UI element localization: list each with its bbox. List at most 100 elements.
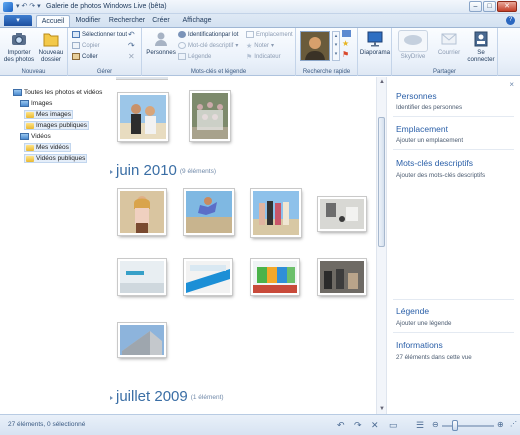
nav-videos[interactable]: Vidéos	[19, 132, 52, 141]
person-thumbnail-icon	[301, 32, 329, 60]
star-icon: ★	[246, 42, 253, 50]
zoom-out-icon[interactable]: ⊖	[432, 420, 439, 430]
new-folder-button[interactable]: Nouveau dossier	[36, 30, 66, 63]
copy-label: Copier	[82, 42, 100, 49]
window-controls: – □ ✕	[469, 1, 517, 12]
gallery-scrollbar[interactable]: ▲ ▼	[376, 77, 386, 414]
scrollbar-thumb[interactable]	[378, 117, 385, 247]
file-menu-button[interactable]: ▾	[4, 15, 32, 26]
people-icon	[152, 30, 170, 48]
star-filter-icon[interactable]: ★	[342, 39, 351, 48]
photo-friends-beach	[253, 191, 299, 235]
photo-thumbnail[interactable]	[118, 259, 166, 295]
delete-icon[interactable]: ✕	[371, 420, 379, 430]
photo-thumbnail[interactable]	[318, 259, 366, 295]
scroll-up-icon[interactable]: ▲	[379, 79, 385, 85]
import-photos-label: Importer des photos	[3, 49, 35, 63]
info-section-action[interactable]: Ajouter un emplacement	[396, 137, 463, 144]
import-photos-button[interactable]: Importer des photos	[3, 30, 35, 63]
slideshow-icon[interactable]: ▭	[389, 420, 398, 430]
caption-button[interactable]: Légende	[178, 52, 211, 61]
paste-button[interactable]: Coller	[72, 52, 98, 61]
photo-thumbnail[interactable]	[251, 259, 299, 295]
details-view-icon[interactable]: ☰	[416, 420, 424, 430]
nav-images[interactable]: Images	[19, 99, 53, 108]
photo-gallery: juin 2010 (9 éléments) juillet 2009 (1 élé…	[104, 77, 374, 414]
nav-my-videos[interactable]: Mes vidéos	[24, 143, 71, 152]
select-all-icon	[72, 31, 80, 38]
gallery-scroll-arrows[interactable]: ▴ ▾ ▾	[332, 31, 340, 61]
zoom-in-icon[interactable]: ⊕	[497, 420, 504, 430]
signin-button[interactable]: Se connecter	[466, 30, 496, 63]
paste-label: Coller	[82, 53, 98, 60]
rate-button[interactable]: ★ Noter ▾	[246, 41, 274, 50]
photo-thumbnail[interactable]	[184, 259, 232, 295]
quick-find-people-gallery[interactable]	[300, 31, 330, 61]
nav-all-photos-videos[interactable]: Toutes les photos et vidéos	[12, 88, 103, 97]
location-label: Emplacement	[256, 31, 293, 38]
tab-affichage[interactable]: Affichage	[180, 15, 214, 27]
delete-button[interactable]: ✕	[128, 52, 135, 61]
info-section-action[interactable]: Ajouter une légende	[396, 320, 451, 327]
scroll-down-icon[interactable]: ▼	[379, 406, 385, 412]
collapse-group-icon[interactable]	[110, 170, 113, 174]
caption-icon	[178, 53, 186, 60]
zoom-slider[interactable]	[442, 425, 494, 427]
tab-accueil[interactable]: Accueil	[36, 15, 70, 27]
info-section-action[interactable]: Ajouter des mots-clés descriptifs	[396, 172, 485, 179]
rate-label: Noter	[254, 42, 269, 49]
photo-people-dark	[320, 261, 364, 293]
calendar-icon[interactable]	[342, 30, 351, 37]
location-button[interactable]: Emplacement	[246, 30, 293, 39]
photo-thumbnail[interactable]	[118, 93, 168, 141]
previous-group-thumbnail[interactable]	[116, 77, 168, 80]
descriptive-tag-button[interactable]: Mot-clé descriptif ▾	[178, 41, 238, 50]
close-pane-icon[interactable]: ×	[509, 80, 514, 89]
group-header-juillet-2009[interactable]: juillet 2009 (1 élément)	[116, 388, 224, 405]
nav-label: Vidéos	[31, 133, 51, 140]
nav-my-pictures[interactable]: Mes images	[24, 110, 74, 119]
photo-thumbnail[interactable]	[318, 197, 366, 231]
rotate-right-icon[interactable]: ↷	[354, 420, 362, 430]
photo-thumbnail[interactable]	[118, 323, 166, 357]
nav-public-pictures[interactable]: Images publiques	[24, 121, 89, 130]
info-section-action[interactable]: Identifier des personnes	[396, 104, 462, 111]
maximize-button[interactable]: □	[483, 1, 496, 12]
close-button[interactable]: ✕	[497, 1, 517, 12]
photo-thumbnail[interactable]	[190, 91, 230, 141]
copy-icon	[72, 42, 80, 49]
help-icon[interactable]: ?	[506, 16, 515, 25]
tab-rechercher[interactable]: Rechercher	[108, 15, 146, 27]
window-title: Galerie de photos Windows Live (bêta)	[46, 3, 167, 10]
rotate-left-button[interactable]: ↶	[128, 30, 135, 39]
batch-identify-button[interactable]: Identificationpar lot	[178, 30, 238, 39]
flag-icon: ⚑	[246, 53, 253, 61]
flag-button[interactable]: ⚑ Indicateur	[246, 52, 281, 61]
resize-grip-icon[interactable]: ⋰	[510, 420, 517, 430]
folder-icon	[26, 144, 34, 151]
group-header-juin-2010[interactable]: juin 2010 (9 éléments)	[116, 162, 216, 179]
flag-filter-icon[interactable]: ⚑	[342, 50, 351, 59]
email-label: Courrier	[437, 49, 461, 56]
photo-thumbnail[interactable]	[251, 189, 301, 237]
tab-modifier[interactable]: Modifier	[73, 15, 103, 27]
quick-access-toolbar[interactable]: ▾ ↶ ↷ ▾	[16, 2, 41, 10]
paste-icon	[72, 53, 80, 60]
nav-public-videos[interactable]: Vidéos publiques	[24, 154, 88, 163]
tab-creer[interactable]: Créer	[150, 15, 172, 27]
people-button[interactable]: Personnes	[145, 30, 177, 56]
zoom-slider-knob[interactable]	[452, 420, 458, 431]
rotate-right-button[interactable]: ↷	[128, 41, 135, 50]
slideshow-button[interactable]: Diaporama	[359, 30, 391, 56]
select-all-button[interactable]: Sélectionner tout	[72, 30, 127, 39]
rotate-left-icon[interactable]: ↶	[337, 420, 345, 430]
skydrive-button[interactable]: SkyDrive	[396, 30, 430, 60]
photo-thumbnail[interactable]	[118, 189, 166, 235]
app-icon[interactable]	[3, 2, 13, 12]
photo-thumbnail[interactable]	[184, 189, 234, 235]
email-button[interactable]: Courrier	[436, 30, 462, 56]
info-section-title: Informations	[396, 340, 443, 350]
collapse-group-icon[interactable]	[110, 396, 113, 400]
minimize-button[interactable]: –	[469, 1, 482, 12]
copy-button[interactable]: Copier	[72, 41, 100, 50]
